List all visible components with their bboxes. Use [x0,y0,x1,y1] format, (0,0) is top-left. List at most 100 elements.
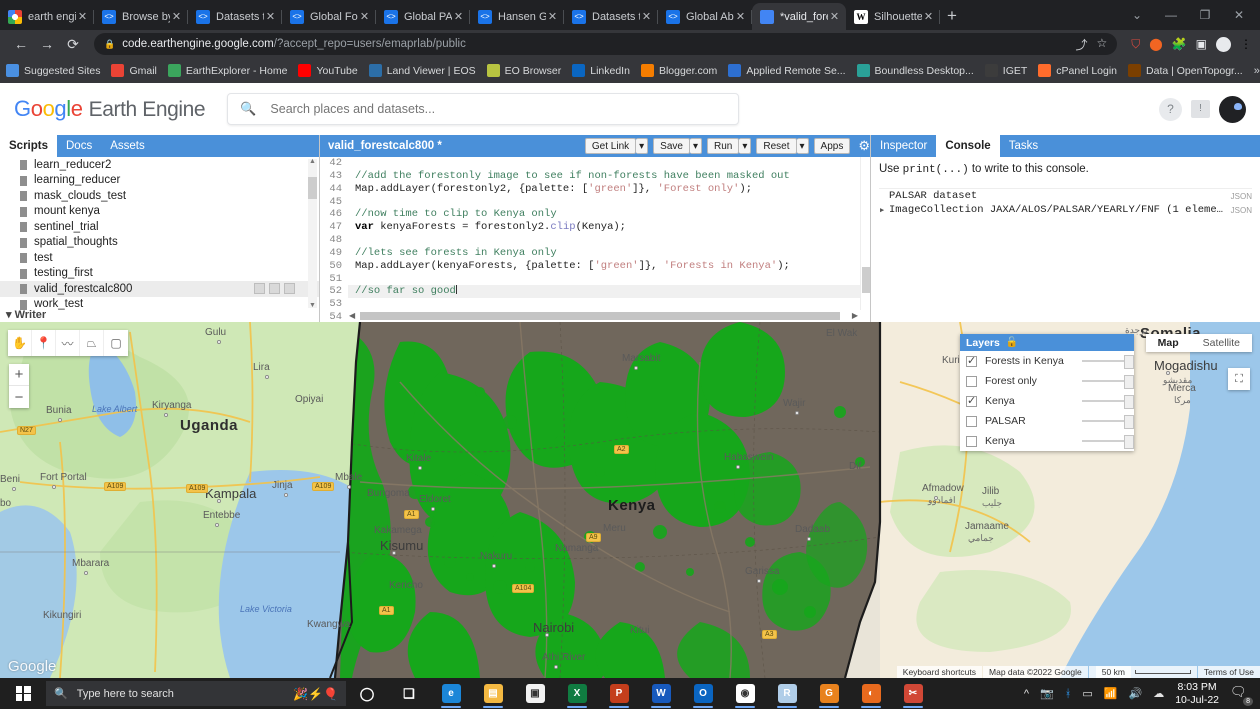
browser-tab-3[interactable]: Global Fore✕ [282,3,376,30]
layers-panel[interactable]: Layers 🔓 Forests in Kenya Forest only Keny… [960,334,1134,451]
code-horizontal-scrollbar[interactable]: ◀ ▶ [348,311,860,322]
google-earth-engine-logo[interactable]: Google Earth Engine [14,96,206,122]
layer-row[interactable]: Kenya [960,431,1134,451]
bookmark-3[interactable]: YouTube [298,64,358,77]
bookmark-11[interactable]: cPanel Login [1038,64,1117,77]
marker-icon[interactable]: 📍 [32,330,56,356]
code-line[interactable]: 49 //lets see forests in Kenya only [320,246,870,260]
edge-icon[interactable]: e [430,678,472,709]
line-icon[interactable]: 〰 [56,330,80,356]
extensions-puzzle-icon[interactable]: 🧩 [1172,37,1187,51]
browser-tab-4[interactable]: Global PALS✕ [376,3,470,30]
scroll-left-arrow[interactable]: ◀ [349,311,355,320]
script-item[interactable]: learning_reducer [0,173,319,189]
layer-checkbox[interactable] [966,375,977,387]
delete-icon[interactable] [284,283,295,295]
tray-expand-icon[interactable]: ^ [1024,688,1029,700]
taskbar-clock[interactable]: 8:03 PM 10-Jul-22 [1175,681,1219,707]
feedback-icon[interactable]: ! [1191,100,1210,118]
script-item[interactable]: sentinel_trial [0,219,319,235]
close-icon[interactable]: ✕ [264,10,277,23]
layer-row[interactable]: Forests in Kenya [960,351,1134,371]
map-type-satellite[interactable]: Satellite [1191,334,1252,352]
code-line[interactable]: 42 [320,157,870,170]
browser-tab-0[interactable]: earth engin✕ [0,3,94,30]
terms-of-use-link[interactable]: Terms of Use [1197,665,1260,678]
rstudio-icon[interactable]: R [766,678,808,709]
polygon-icon[interactable]: ⏢ [80,330,104,356]
scroll-down-arrow[interactable]: ▼ [309,302,316,309]
fullscreen-icon[interactable]: ⛶ [1228,368,1250,390]
ee-search-box[interactable]: 🔍 [227,93,740,125]
new-tab-button[interactable]: + [947,6,957,26]
scripts-tab-assets[interactable]: Assets [101,135,154,157]
code-line[interactable]: 46 //now time to clip to Kenya only [320,208,870,222]
adblock-shield-icon[interactable]: ⛉ [1131,37,1140,52]
layer-checkbox[interactable] [966,354,977,367]
bookmark-4[interactable]: Land Viewer | EOS [368,64,476,77]
json-link[interactable]: JSON [1231,206,1252,215]
script-item[interactable]: testing_first [0,266,319,282]
code-line[interactable]: 47 var kenyaForests = forestonly2.clip(Ke… [320,221,870,235]
notification-center-icon[interactable]: 🗨 8 [1230,684,1253,706]
layer-opacity-slider[interactable] [1082,395,1134,409]
wifi-icon[interactable]: 📶 [1104,687,1118,700]
browser-tab-6[interactable]: Datasets ta✕ [564,3,658,30]
rename-icon[interactable] [269,283,280,295]
browser-tab-9[interactable]: W Silhouette ✕ [846,3,940,30]
bookmark-12[interactable]: Data | OpenTopogr... [1128,64,1243,77]
close-icon[interactable]: ✕ [828,10,841,23]
hand-icon[interactable]: ✋ [8,330,32,356]
bookmark-7[interactable]: Blogger.com [640,64,717,77]
battery-icon[interactable]: ▭ [1082,687,1092,700]
code-line[interactable]: 48 [320,234,870,247]
run-button[interactable]: Run [707,138,740,154]
task-view-icon[interactable]: ❏ [388,678,430,709]
unlock-icon[interactable]: 🔓 [1006,337,1018,348]
excel-icon[interactable]: X [556,678,598,709]
expand-caret-icon[interactable]: ▶ [880,206,884,215]
layer-checkbox[interactable] [966,435,977,447]
scrollbar-thumb[interactable] [360,312,840,320]
address-bar[interactable]: 🔒 code.earthengine.google.com/?accept_re… [94,33,1118,55]
script-item[interactable]: spatial_thoughts [0,235,319,251]
user-avatar[interactable] [1219,95,1246,123]
browser-tab-7[interactable]: Global Abo✕ [658,3,752,30]
get-link-button[interactable]: Get Link [584,138,637,154]
celebration-icon[interactable]: 🎉⚡🎈 [293,687,338,701]
bookmark-0[interactable]: Suggested Sites [6,64,100,77]
code-line[interactable]: 44 Map.addLayer(forestonly2, {palette: ['… [320,182,870,196]
bookmark-2[interactable]: EarthExplorer - Home [167,64,287,77]
windows-icon[interactable] [0,678,46,709]
bluetooth-icon[interactable]: ᚼ [1065,688,1072,700]
bookmark-6[interactable]: LinkedIn [572,64,630,77]
word-icon[interactable]: W [640,678,682,709]
bookmark-8[interactable]: Applied Remote Se... [728,64,846,77]
script-actions[interactable] [254,283,295,295]
script-item[interactable]: valid_forestcalc800 [0,281,319,297]
bookmark-9[interactable]: Boundless Desktop... [856,64,974,77]
layer-opacity-slider[interactable] [1082,415,1134,429]
map-type-map[interactable]: Map [1146,334,1191,352]
script-item[interactable]: test [0,250,319,266]
script-item[interactable]: mount kenya [0,204,319,220]
map-viewport[interactable]: Gulu Lira Opiyai Kiryanga Uganda Bunia Lake Al… [0,322,1260,678]
close-icon[interactable]: ✕ [734,10,747,23]
scripts-list[interactable]: learn_reducer2 learning_reducer mask_cloud… [0,157,319,322]
window-minimize-button[interactable]: — [1154,2,1188,28]
microsoft-store-icon[interactable]: ▣ [514,678,556,709]
zoom-in-button[interactable]: + [9,364,29,386]
code-line[interactable]: 52 //so far so good [320,285,870,299]
bookmarks-overflow-button[interactable]: » [1254,65,1260,77]
history-icon[interactable] [254,283,265,295]
browser-tab-8[interactable]: *valid_fores✕ [752,3,846,30]
layer-opacity-slider[interactable] [1082,355,1134,369]
layer-checkbox[interactable] [966,415,977,427]
rectangle-icon[interactable]: ▢ [104,330,128,356]
code-line[interactable]: 43 //add the forestonly image to see if n… [320,169,870,183]
powerpoint-icon[interactable]: P [598,678,640,709]
scripts-group-writer[interactable]: ▾ Writer [6,308,46,321]
reset-dropdown-icon[interactable]: ▾ [796,138,809,154]
volume-icon[interactable]: 🔊 [1129,687,1143,700]
close-icon[interactable]: ✕ [76,10,89,23]
